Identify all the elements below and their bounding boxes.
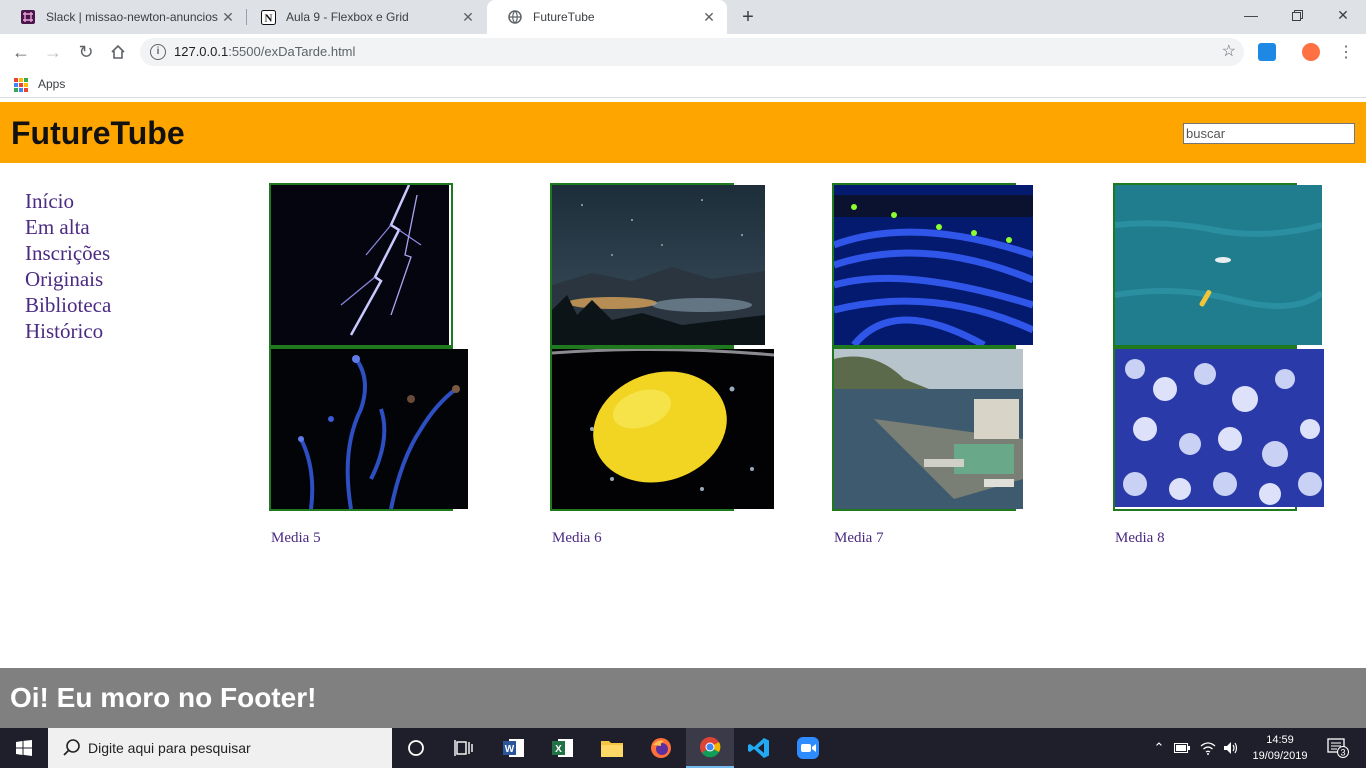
wifi-icon[interactable] [1198,728,1218,768]
taskbar-search[interactable]: Digite aqui para pesquisar [48,728,392,768]
back-arrow-icon[interactable]: ← [7,38,35,66]
globe-icon [507,9,523,25]
apps-bookmark[interactable]: Apps [38,77,65,91]
address-bar[interactable]: i 127.0.0.1:5500/exDaTarde.html ☆ [140,38,1244,66]
media-card[interactable] [1113,347,1324,511]
vscode-icon[interactable] [735,728,783,768]
search-input[interactable] [1183,123,1355,144]
task-view-icon[interactable] [440,728,488,768]
nav-item-inscricoes[interactable]: Inscrições [25,240,111,266]
snowy-forest-thumbnail [1115,349,1324,507]
svg-text:3: 3 [1340,748,1345,758]
night-mountains-thumbnail [552,185,765,345]
bookmarks-bar: Apps [0,70,1366,98]
show-hidden-icons-icon[interactable]: ⌃ [1150,728,1168,768]
footer-text: Oi! Eu moro no Footer! [10,682,317,713]
minimize-button[interactable]: — [1228,0,1274,30]
restore-button[interactable] [1274,0,1320,30]
network-cables-thumbnail [834,185,1033,345]
media-card[interactable] [550,347,774,511]
close-window-button[interactable]: ✕ [1320,0,1366,30]
media-card[interactable] [269,347,468,511]
media-caption[interactable]: Media 6 [552,530,602,547]
water-splash-thumbnail [271,349,468,509]
sidebar-nav: Início Em alta Inscrições Originais Bibl… [25,188,111,344]
site-footer: Oi! Eu moro no Footer! [0,668,1366,728]
zoom-icon[interactable] [784,728,832,768]
harbor-village-thumbnail [834,349,1023,509]
reload-icon[interactable]: ↻ [72,38,100,66]
forward-arrow-icon[interactable]: → [39,38,67,66]
media-card[interactable] [1113,183,1322,347]
media-card[interactable] [832,183,1033,347]
tab-strip: Slack | missao-newton-anuncios | ✕ N Aul… [0,0,1366,34]
close-tab-icon[interactable]: ✕ [460,9,476,25]
lightning-thumbnail [271,185,449,345]
tab-futuretube[interactable]: FutureTube ✕ [487,0,727,34]
media-caption[interactable]: Media 7 [834,530,884,547]
firefox-icon[interactable] [637,728,685,768]
site-header: FutureTube [0,102,1366,163]
taskbar: Digite aqui para pesquisar W X ⌃ 14:59 1… [0,728,1366,768]
svg-text:X: X [555,744,562,755]
browser-toolbar: ← → ↻ i 127.0.0.1:5500/exDaTarde.html ☆ … [0,34,1366,70]
tab-notion[interactable]: N Aula 9 - Flexbox e Grid ✕ [240,0,486,34]
cortana-icon[interactable] [392,728,440,768]
nav-item-biblioteca[interactable]: Biblioteca [25,292,111,318]
media-caption[interactable]: Media 8 [1115,530,1165,547]
word-icon[interactable]: W [490,728,538,768]
nav-item-historico[interactable]: Histórico [25,318,111,344]
lemon-underwater-thumbnail [552,349,774,509]
new-tab-button[interactable]: + [736,6,760,28]
volume-icon[interactable] [1220,728,1242,768]
slack-icon [20,9,36,25]
extension-css-icon[interactable] [1258,43,1276,61]
notification-center-icon[interactable]: 3 [1318,728,1358,768]
media-card[interactable] [832,347,1023,511]
battery-icon[interactable] [1172,728,1192,768]
media-caption[interactable]: Media 5 [271,530,321,547]
media-card[interactable] [550,183,765,347]
file-explorer-icon[interactable] [588,728,636,768]
ocean-boats-thumbnail [1115,185,1322,345]
search-icon [63,739,80,756]
tab-slack[interactable]: Slack | missao-newton-anuncios | ✕ [0,0,246,34]
url-text: 127.0.0.1:5500/exDaTarde.html [174,44,356,59]
site-info-icon[interactable]: i [150,44,166,60]
home-icon[interactable] [104,38,132,66]
menu-kebab-icon[interactable]: ⋮ [1332,38,1360,66]
close-tab-icon[interactable]: ✕ [701,9,717,25]
svg-text:W: W [505,744,515,755]
start-button[interactable] [0,728,48,768]
chrome-icon[interactable] [686,728,734,768]
close-tab-icon[interactable]: ✕ [220,9,236,25]
nav-item-em-alta[interactable]: Em alta [25,214,111,240]
svg-text:N: N [264,12,272,24]
nav-item-originais[interactable]: Originais [25,266,111,292]
notion-icon: N [260,9,276,25]
media-card[interactable] [269,183,453,347]
windows-logo-icon [16,740,32,756]
bookmark-star-icon[interactable]: ☆ [1222,41,1236,61]
apps-grid-icon[interactable] [14,78,28,92]
nav-item-inicio[interactable]: Início [25,188,111,214]
site-title: FutureTube [11,115,185,151]
taskbar-clock[interactable]: 14:59 19/09/2019 [1250,732,1310,764]
excel-icon[interactable]: X [539,728,587,768]
profile-avatar-icon[interactable] [1302,43,1320,61]
web-page: FutureTube Início Em alta Inscrições Ori… [0,102,1366,728]
